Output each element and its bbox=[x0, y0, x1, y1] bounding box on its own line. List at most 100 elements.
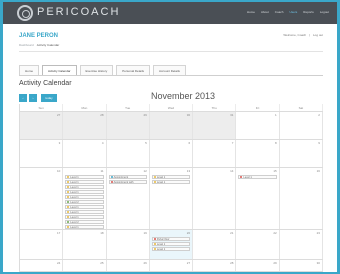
event-dot-icon bbox=[153, 248, 156, 250]
top-nav-item[interactable]: About bbox=[261, 10, 269, 14]
top-nav-item[interactable]: Coach bbox=[275, 10, 284, 14]
calendar-event[interactable]: Level 1 bbox=[151, 180, 191, 184]
calendar-day[interactable]: 8 bbox=[236, 140, 280, 167]
event-dot-icon bbox=[67, 211, 70, 213]
calendar-event[interactable]: Level 1 bbox=[151, 242, 191, 246]
calendar-event[interactable]: Level 1 bbox=[65, 210, 104, 214]
calendar-event[interactable]: Pelvic floor bbox=[151, 237, 191, 241]
calendar-day[interactable]: 11 Level 1 Level 1 Level 1 Level 1 Level 1 Lev… bbox=[63, 168, 107, 234]
calendar-event[interactable]: Appointment bbox=[108, 175, 147, 179]
breadcrumb-link-dashboard[interactable]: Dashboard bbox=[19, 43, 34, 47]
event-dot-icon bbox=[67, 196, 70, 198]
tab-activity-calendar[interactable]: Activity Calendar bbox=[42, 65, 77, 75]
weekday-label: Sat bbox=[280, 104, 323, 111]
calendar-event[interactable]: Level 1 bbox=[65, 215, 104, 219]
calendar-day[interactable]: 15 Level 1 bbox=[236, 168, 280, 229]
calendar-day[interactable]: 7 bbox=[193, 140, 237, 167]
tab-home[interactable]: Home bbox=[19, 65, 40, 75]
weekday-label: Wed bbox=[150, 104, 194, 111]
day-number: 13 bbox=[186, 169, 191, 173]
day-number: 15 bbox=[273, 169, 277, 173]
event-dot-icon bbox=[153, 176, 156, 178]
calendar-day[interactable]: 13 Level 1 Level 1 bbox=[149, 168, 194, 229]
calendar-day[interactable]: 30 bbox=[279, 260, 323, 271]
calendar-controls: ‹ › today bbox=[19, 94, 57, 102]
calendar-day[interactable]: 6 bbox=[149, 140, 194, 167]
calendar-event[interactable]: Level 1 bbox=[65, 190, 104, 194]
calendar-event[interactable]: Level 1 bbox=[65, 225, 104, 229]
calendar-day[interactable]: 22 bbox=[236, 230, 280, 259]
calendar-day[interactable]: 19 bbox=[106, 230, 150, 259]
calendar-event[interactable]: Level 2 bbox=[65, 200, 104, 204]
top-nav-item[interactable]: Home bbox=[247, 10, 255, 14]
breadcrumb-current: Activity Calendar bbox=[36, 43, 60, 47]
calendar-event[interactable]: Level 1 bbox=[65, 205, 104, 209]
calendar-day[interactable]: 2 bbox=[279, 112, 323, 139]
calendar-day[interactable]: 1 bbox=[236, 112, 280, 139]
event-dot-icon bbox=[67, 176, 70, 178]
calendar-day[interactable]: 24 bbox=[20, 260, 64, 271]
top-nav-item[interactable]: Reports bbox=[303, 10, 314, 14]
calendar-day[interactable]: 9 bbox=[279, 140, 323, 167]
account-links: Welcome, Coach | Log out bbox=[283, 33, 323, 37]
calendar-day[interactable]: 29 bbox=[106, 112, 150, 139]
event-dot-icon bbox=[240, 176, 243, 178]
calendar-event[interactable]: Level 2 bbox=[65, 220, 104, 224]
day-number: 18 bbox=[100, 231, 104, 235]
tab-personal-details[interactable]: Personal Details bbox=[116, 65, 151, 75]
calendar-day[interactable]: 25 bbox=[63, 260, 107, 271]
weekday-header: Sun Mon Tue Wed Thu Fri Sat bbox=[20, 104, 323, 112]
calendar-day[interactable]: 29 bbox=[236, 260, 280, 271]
tab-exercise-history[interactable]: Exercise History bbox=[79, 65, 114, 75]
prev-month-button[interactable]: ‹ bbox=[19, 94, 27, 102]
calendar-event[interactable]: Level 1 bbox=[238, 175, 277, 179]
calendar-day[interactable]: 10 bbox=[20, 168, 64, 229]
top-bar: PERICOACH Home About Coach Users Reports Logo… bbox=[3, 2, 337, 24]
calendar-day[interactable]: 23 bbox=[279, 230, 323, 259]
calendar-event[interactable]: Level 1 bbox=[65, 185, 104, 189]
day-number: 9 bbox=[318, 141, 320, 145]
calendar-event[interactable]: Level 1 bbox=[65, 195, 104, 199]
calendar-day[interactable]: 18 bbox=[63, 230, 107, 259]
calendar-event[interactable]: Appointment with bbox=[108, 180, 147, 184]
event-label: Appointment with bbox=[113, 180, 134, 184]
calendar-day[interactable]: 30 bbox=[149, 112, 194, 139]
calendar-day[interactable]: 21 bbox=[193, 230, 237, 259]
calendar-day[interactable]: 12 Appointment Appointment with bbox=[106, 168, 150, 229]
today-button[interactable]: today bbox=[41, 94, 57, 102]
calendar-event[interactable]: Level 1 bbox=[65, 175, 104, 179]
day-number: 6 bbox=[188, 141, 191, 145]
event-label: Level 2 bbox=[70, 200, 79, 204]
calendar-day[interactable]: 3 bbox=[20, 140, 64, 167]
next-month-button[interactable]: › bbox=[29, 94, 37, 102]
calendar-day[interactable]: 26 bbox=[106, 260, 150, 271]
day-number: 3 bbox=[58, 141, 61, 145]
event-dot-icon bbox=[67, 226, 70, 228]
calendar-day[interactable]: 5 bbox=[106, 140, 150, 167]
calendar-day[interactable]: 28 bbox=[63, 112, 107, 139]
calendar-day[interactable]: 16 bbox=[279, 168, 323, 229]
calendar-day[interactable]: 27 bbox=[149, 260, 194, 271]
event-dot-icon bbox=[67, 216, 70, 218]
month-title: November 2013 bbox=[151, 91, 216, 101]
calendar-day[interactable]: 14 bbox=[193, 168, 237, 229]
calendar-week: 24 25 26 27 28 29 30 bbox=[20, 260, 323, 272]
top-nav-item[interactable]: Users bbox=[289, 10, 297, 14]
calendar-day[interactable]: 4 bbox=[63, 140, 107, 167]
logout-link[interactable]: Log out bbox=[313, 33, 323, 37]
day-number: 26 bbox=[143, 261, 147, 265]
calendar-day[interactable]: 27 bbox=[20, 112, 64, 139]
calendar-day[interactable]: 31 bbox=[193, 112, 237, 139]
calendar-event[interactable]: Level 1 bbox=[65, 180, 104, 184]
day-number: 27 bbox=[186, 261, 191, 265]
top-nav-item[interactable]: Logout bbox=[320, 10, 329, 14]
calendar-day[interactable]: 28 bbox=[193, 260, 237, 271]
tab-account-details[interactable]: Account Details bbox=[153, 65, 186, 75]
event-dot-icon bbox=[153, 181, 156, 183]
calendar-day[interactable]: 17 bbox=[20, 230, 64, 259]
calendar-event[interactable]: Level 1 bbox=[151, 247, 191, 251]
calendar-event[interactable]: Level 1 bbox=[151, 175, 191, 179]
logo-text[interactable]: PERICOACH bbox=[37, 6, 120, 18]
calendar-day[interactable]: 20 Pelvic floor Level 1 Level 1 bbox=[149, 230, 194, 259]
event-label: Level 1 bbox=[70, 205, 79, 209]
